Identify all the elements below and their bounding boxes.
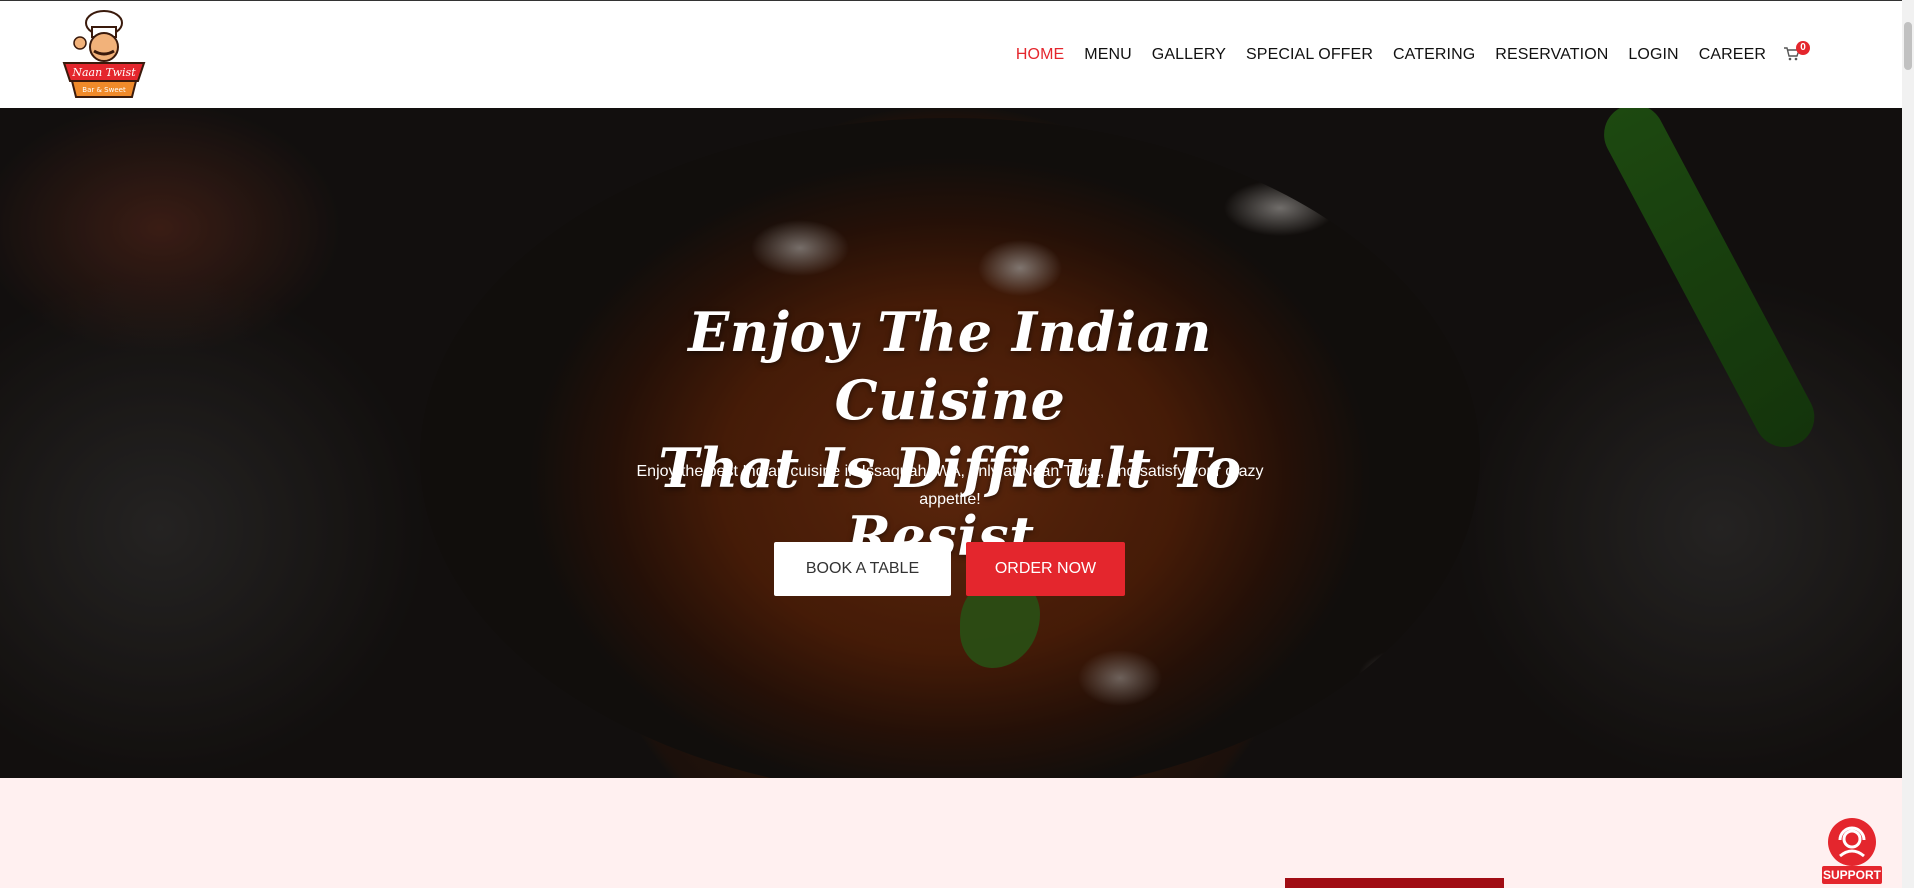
- support-label: SUPPORT: [1822, 866, 1882, 884]
- cart-count-badge: 0: [1796, 41, 1810, 55]
- main-nav: HOME MENU GALLERY SPECIAL OFFER CATERING…: [1006, 1, 1810, 109]
- chef-logo-icon: Naan Twist Bar & Sweet: [62, 10, 146, 98]
- hero-title-line1: Enjoy The Indian Cuisine: [688, 300, 1212, 432]
- svg-text:Naan Twist: Naan Twist: [71, 66, 136, 79]
- nav-catering[interactable]: CATERING: [1383, 46, 1485, 64]
- order-now-button[interactable]: ORDER NOW: [966, 542, 1125, 596]
- cart-button[interactable]: 0: [1784, 41, 1810, 67]
- svg-text:Bar & Sweet: Bar & Sweet: [82, 86, 126, 94]
- nav-special-offer[interactable]: SPECIAL OFFER: [1236, 46, 1383, 64]
- hero-subtitle: Enjoy the best Indian cuisine in Issaqua…: [636, 463, 1264, 508]
- hero-title: Enjoy The Indian Cuisine That Is Difficu…: [600, 298, 1300, 570]
- restaurant-logo[interactable]: Naan Twist Bar & Sweet: [58, 7, 164, 103]
- nav-home[interactable]: HOME: [1006, 46, 1074, 64]
- nav-gallery[interactable]: GALLERY: [1142, 46, 1236, 64]
- page-scrollbar[interactable]: [1902, 0, 1914, 888]
- nav-career[interactable]: CAREER: [1689, 46, 1776, 64]
- section-heading-bar: [1285, 878, 1504, 888]
- book-table-button[interactable]: BOOK A TABLE: [774, 542, 951, 596]
- support-widget[interactable]: SUPPORT: [1822, 818, 1882, 888]
- scrollbar-thumb[interactable]: [1904, 22, 1912, 70]
- hero-content: Enjoy The Indian Cuisine That Is Difficu…: [0, 108, 1902, 778]
- nav-menu[interactable]: MENU: [1074, 46, 1142, 64]
- support-agent-icon: [1828, 818, 1876, 866]
- nav-login[interactable]: LOGIN: [1618, 46, 1688, 64]
- below-hero-section: [0, 778, 1902, 888]
- hero-banner: Enjoy The Indian Cuisine That Is Difficu…: [0, 108, 1902, 778]
- site-header: Naan Twist Bar & Sweet HOME MENU GALLERY…: [0, 0, 1902, 108]
- nav-reservation[interactable]: RESERVATION: [1485, 46, 1618, 64]
